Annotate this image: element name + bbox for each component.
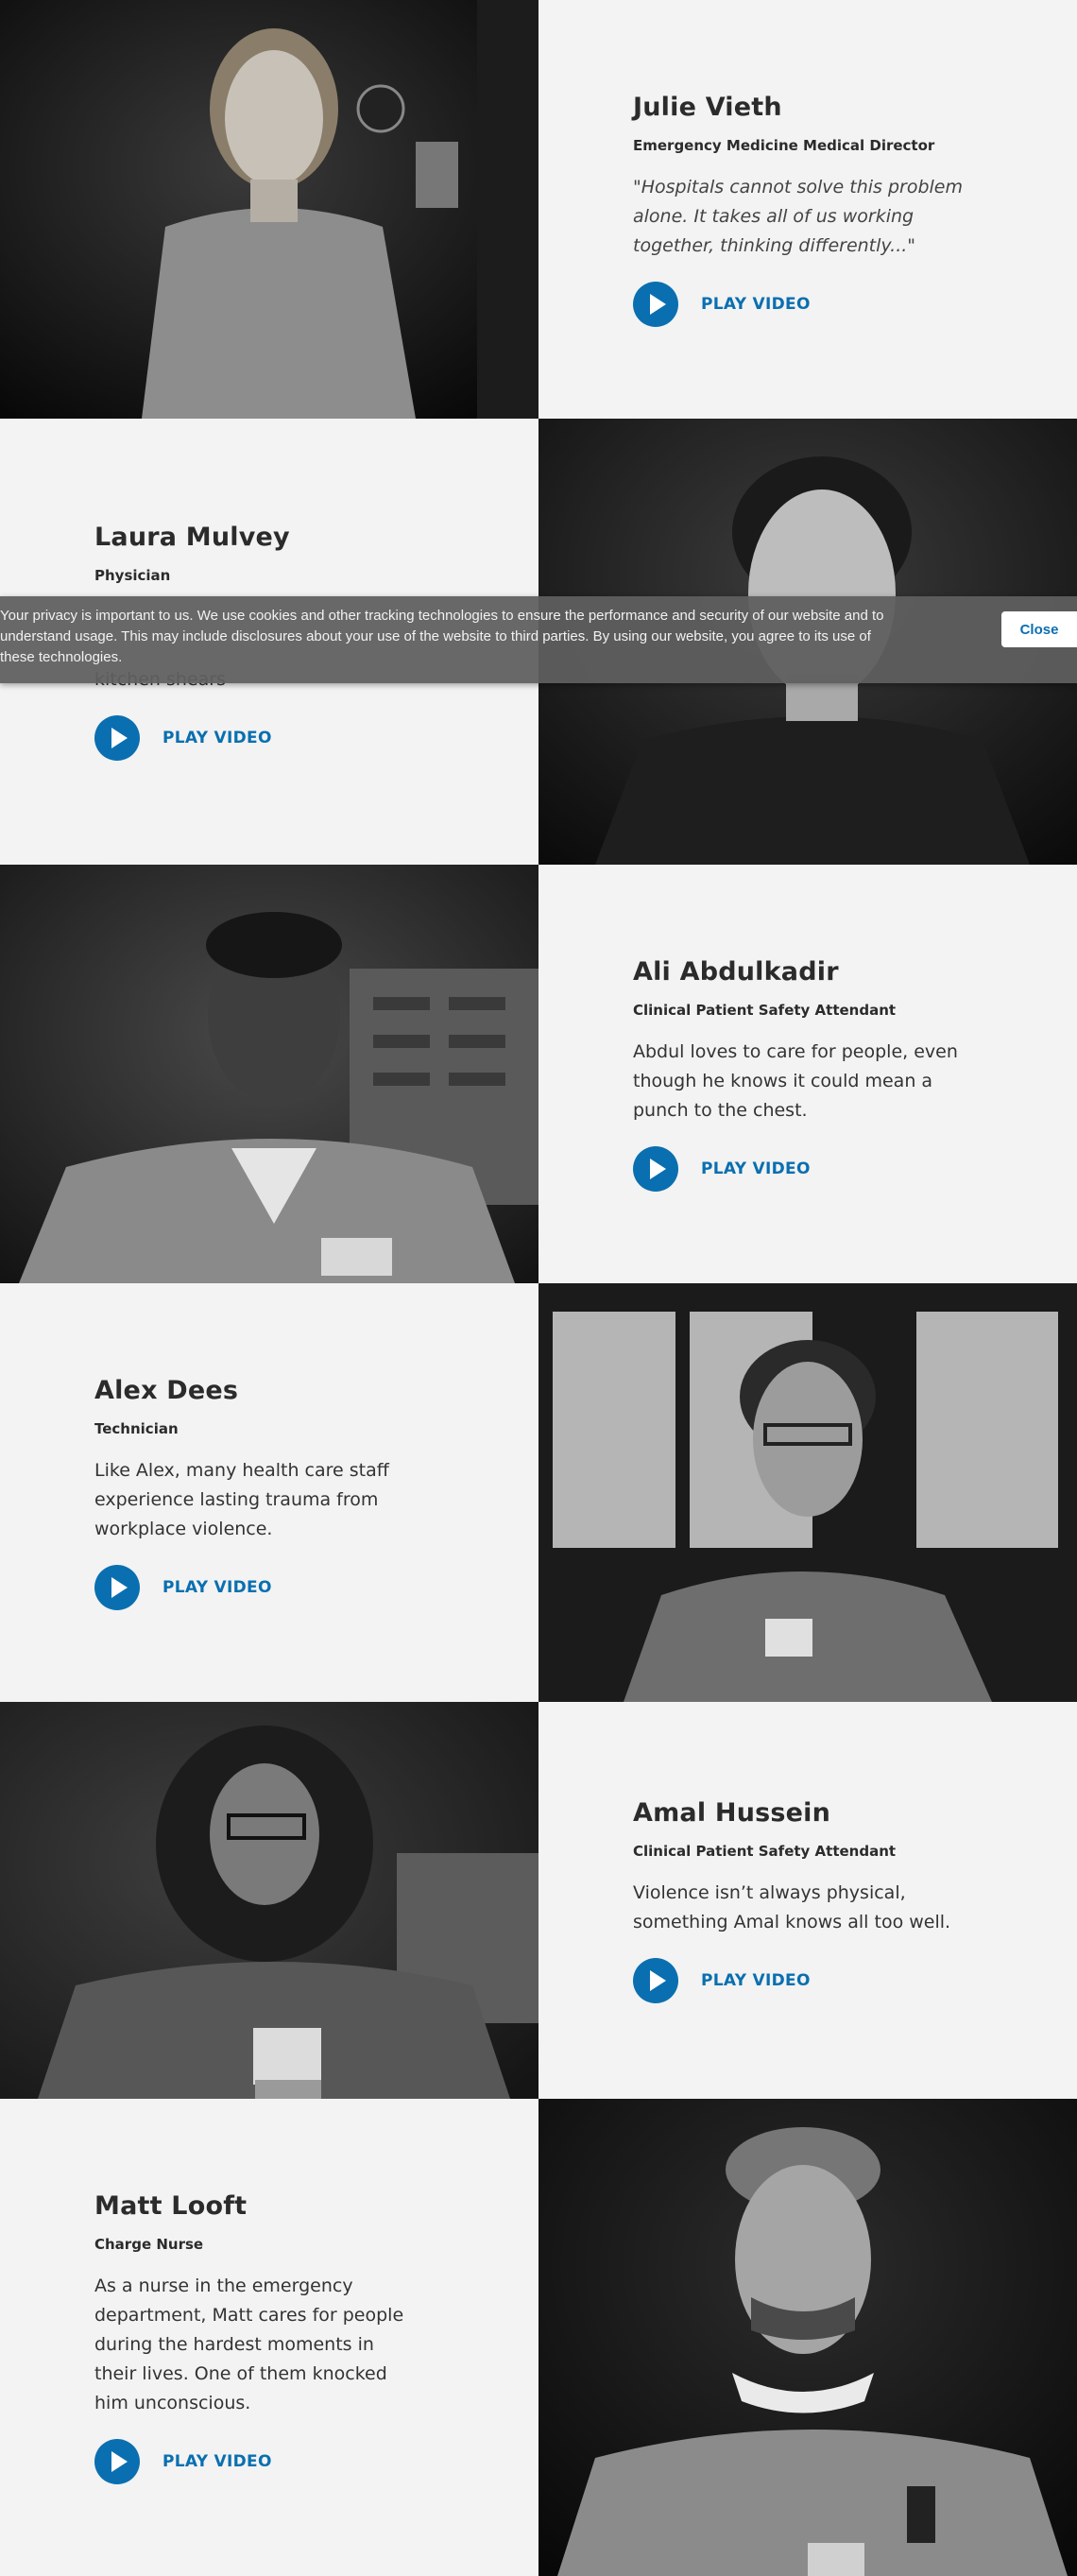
portrait-image xyxy=(538,2099,1077,2576)
profile-text: Alex Dees Technician Like Alex, many hea… xyxy=(0,1283,538,1702)
play-icon[interactable] xyxy=(94,1564,140,1610)
profile-quote: "Hospitals cannot solve this problem alo… xyxy=(633,176,964,256)
play-icon[interactable] xyxy=(633,281,678,327)
profile-role: Clinical Patient Safety Attendant xyxy=(633,1001,897,1019)
portrait-photo xyxy=(0,865,538,1283)
profile-role: Emergency Medicine Medical Director xyxy=(633,136,935,154)
profile-name: Laura Mulvey xyxy=(94,523,290,552)
portrait-photo xyxy=(538,2099,1077,2576)
cookie-banner-text: Your privacy is important to us. We use … xyxy=(0,608,884,665)
play-icon[interactable] xyxy=(94,2438,140,2484)
portrait-photo xyxy=(0,0,538,419)
play-video-label[interactable]: PLAY VIDEO xyxy=(162,1578,272,1597)
profile-matt-looft: Matt Looft Charge Nurse As a nurse in th… xyxy=(0,2099,1077,2576)
profile-name: Julie Vieth xyxy=(633,92,782,122)
cookie-banner: Your privacy is important to us. We use … xyxy=(0,596,1077,683)
cookie-close-button[interactable]: Close xyxy=(1001,611,1077,647)
portrait-image xyxy=(0,0,538,419)
profile-text: Julie Vieth Emergency Medicine Medical D… xyxy=(538,0,1077,419)
portrait-image xyxy=(0,865,538,1283)
play-video-button[interactable]: PLAY VIDEO xyxy=(633,1957,992,2003)
play-video-button[interactable]: PLAY VIDEO xyxy=(94,1564,416,1610)
profile-name: Alex Dees xyxy=(94,1375,239,1405)
profile-text: Ali Abdulkadir Clinical Patient Safety A… xyxy=(538,865,1077,1283)
profile-amal-hussein: Amal Hussein Clinical Patient Safety Att… xyxy=(0,1702,1077,2099)
profile-quote: Violence isn’t always physical, somethin… xyxy=(633,1881,951,1932)
profile-name: Ali Abdulkadir xyxy=(633,956,839,987)
profile-quote: As a nurse in the emergency department, … xyxy=(94,2275,404,2413)
profile-role: Physician xyxy=(94,567,171,584)
play-video-button[interactable]: PLAY VIDEO xyxy=(633,281,992,327)
portrait-image xyxy=(538,1283,1077,1702)
profile-name: Amal Hussein xyxy=(633,1797,831,1828)
profile-ali-abdulkadir: Ali Abdulkadir Clinical Patient Safety A… xyxy=(0,865,1077,1283)
play-video-label[interactable]: PLAY VIDEO xyxy=(701,295,811,314)
play-video-label[interactable]: PLAY VIDEO xyxy=(701,1159,811,1178)
portrait-photo xyxy=(538,1283,1077,1702)
profile-role: Charge Nurse xyxy=(94,2235,204,2253)
profile-text: Matt Looft Charge Nurse As a nurse in th… xyxy=(0,2099,538,2576)
portrait-image xyxy=(0,1702,538,2099)
profile-quote: Abdul loves to care for people, even tho… xyxy=(633,1040,958,1121)
portrait-photo xyxy=(0,1702,538,2099)
play-video-label[interactable]: PLAY VIDEO xyxy=(162,2452,272,2471)
play-video-button[interactable]: PLAY VIDEO xyxy=(633,1145,992,1192)
profile-quote: Like Alex, many health care staff experi… xyxy=(94,1459,389,1539)
play-icon[interactable] xyxy=(633,1957,678,2003)
play-icon[interactable] xyxy=(94,715,140,761)
profile-name: Matt Looft xyxy=(94,2190,248,2221)
profile-role: Clinical Patient Safety Attendant xyxy=(633,1842,897,1860)
play-icon[interactable] xyxy=(633,1145,678,1192)
play-video-button[interactable]: PLAY VIDEO xyxy=(94,2438,416,2484)
profile-alex-dees: Alex Dees Technician Like Alex, many hea… xyxy=(0,1283,1077,1702)
play-video-label[interactable]: PLAY VIDEO xyxy=(162,729,272,747)
profile-julie-vieth: Julie Vieth Emergency Medicine Medical D… xyxy=(0,0,1077,419)
profile-role: Technician xyxy=(94,1419,179,1437)
profile-text: Amal Hussein Clinical Patient Safety Att… xyxy=(538,1702,1077,2099)
play-video-label[interactable]: PLAY VIDEO xyxy=(701,1971,811,1990)
play-video-button[interactable]: PLAY VIDEO xyxy=(94,715,416,761)
